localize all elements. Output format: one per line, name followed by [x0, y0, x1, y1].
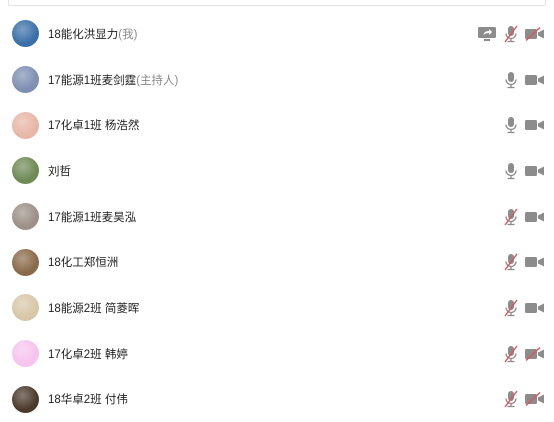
avatar [12, 157, 39, 184]
camera-icon[interactable] [524, 301, 546, 315]
participant-name-text: 18华卓2班 付伟 [48, 394, 128, 406]
participant-name: 17能源1班麦昊泓 [48, 209, 136, 225]
participant-name: 18化工郑恒洲 [48, 254, 118, 270]
participant-name-text: 刘哲 [48, 166, 71, 178]
avatar [12, 112, 39, 139]
avatar [12, 66, 39, 93]
avatar [12, 294, 39, 321]
participant-role: (我) [118, 29, 137, 41]
participant-name: 17能源1班麦剑霆(主持人) [48, 72, 178, 88]
participant-name: 18能源2班 简菱晖 [48, 300, 139, 316]
mic-muted-icon[interactable] [503, 25, 519, 43]
camera-icon[interactable] [524, 118, 546, 132]
camera-icon[interactable] [524, 73, 546, 87]
avatar [12, 386, 39, 413]
participant-row[interactable]: 17化卓2班 韩婷 [0, 331, 554, 377]
mic-muted-icon[interactable] [503, 208, 519, 226]
camera-icon[interactable] [524, 164, 546, 178]
participant-name-text: 17化卓2班 韩婷 [48, 349, 128, 361]
participant-name-text: 17化卓1班 杨浩然 [48, 120, 139, 132]
avatar [12, 20, 39, 47]
camera-off-icon[interactable] [524, 347, 546, 361]
participant-name-text: 18能化洪显力 [48, 29, 118, 41]
mic-icon[interactable] [503, 71, 519, 89]
mic-icon[interactable] [503, 162, 519, 180]
participant-name: 刘哲 [48, 163, 71, 179]
participant-row[interactable]: 17化卓1班 杨浩然 [0, 102, 554, 148]
mic-icon[interactable] [503, 116, 519, 134]
participant-row[interactable]: 18能源2班 简菱晖 [0, 285, 554, 331]
mic-muted-icon[interactable] [503, 299, 519, 317]
camera-icon[interactable] [524, 255, 546, 269]
participant-name-text: 18能源2班 简菱晖 [48, 303, 139, 315]
participant-row[interactable]: 18能化洪显力(我) [0, 11, 554, 57]
search-bar-edge [8, 0, 546, 6]
participant-row[interactable]: 18华卓2班 付伟 [0, 377, 554, 422]
avatar [12, 203, 39, 230]
participant-row[interactable]: 17能源1班麦昊泓 [0, 194, 554, 240]
participant-row[interactable]: 18化工郑恒洲 [0, 239, 554, 285]
participant-row[interactable]: 刘哲 [0, 148, 554, 194]
camera-off-icon[interactable] [524, 392, 546, 406]
participant-name: 17化卓2班 韩婷 [48, 346, 128, 362]
participant-list: 18能化洪显力(我) 17能源1班麦剑霆(主持人) 17化卓1班 杨浩然刘哲 17能源… [0, 11, 554, 422]
avatar [12, 340, 39, 367]
camera-icon[interactable] [524, 210, 546, 224]
screen-share-icon[interactable] [477, 26, 497, 42]
participant-role: (主持人) [136, 75, 178, 87]
participant-name-text: 17能源1班麦昊泓 [48, 212, 136, 224]
participant-name-text: 18化工郑恒洲 [48, 257, 118, 269]
avatar [12, 249, 39, 276]
mic-muted-icon[interactable] [503, 345, 519, 363]
camera-off-icon[interactable] [524, 27, 546, 41]
participant-name: 18能化洪显力(我) [48, 26, 137, 42]
participant-name-text: 17能源1班麦剑霆 [48, 75, 136, 87]
participant-name: 18华卓2班 付伟 [48, 391, 128, 407]
participant-row[interactable]: 17能源1班麦剑霆(主持人) [0, 57, 554, 103]
mic-muted-icon[interactable] [503, 253, 519, 271]
mic-muted-icon[interactable] [503, 390, 519, 408]
participant-name: 17化卓1班 杨浩然 [48, 117, 139, 133]
